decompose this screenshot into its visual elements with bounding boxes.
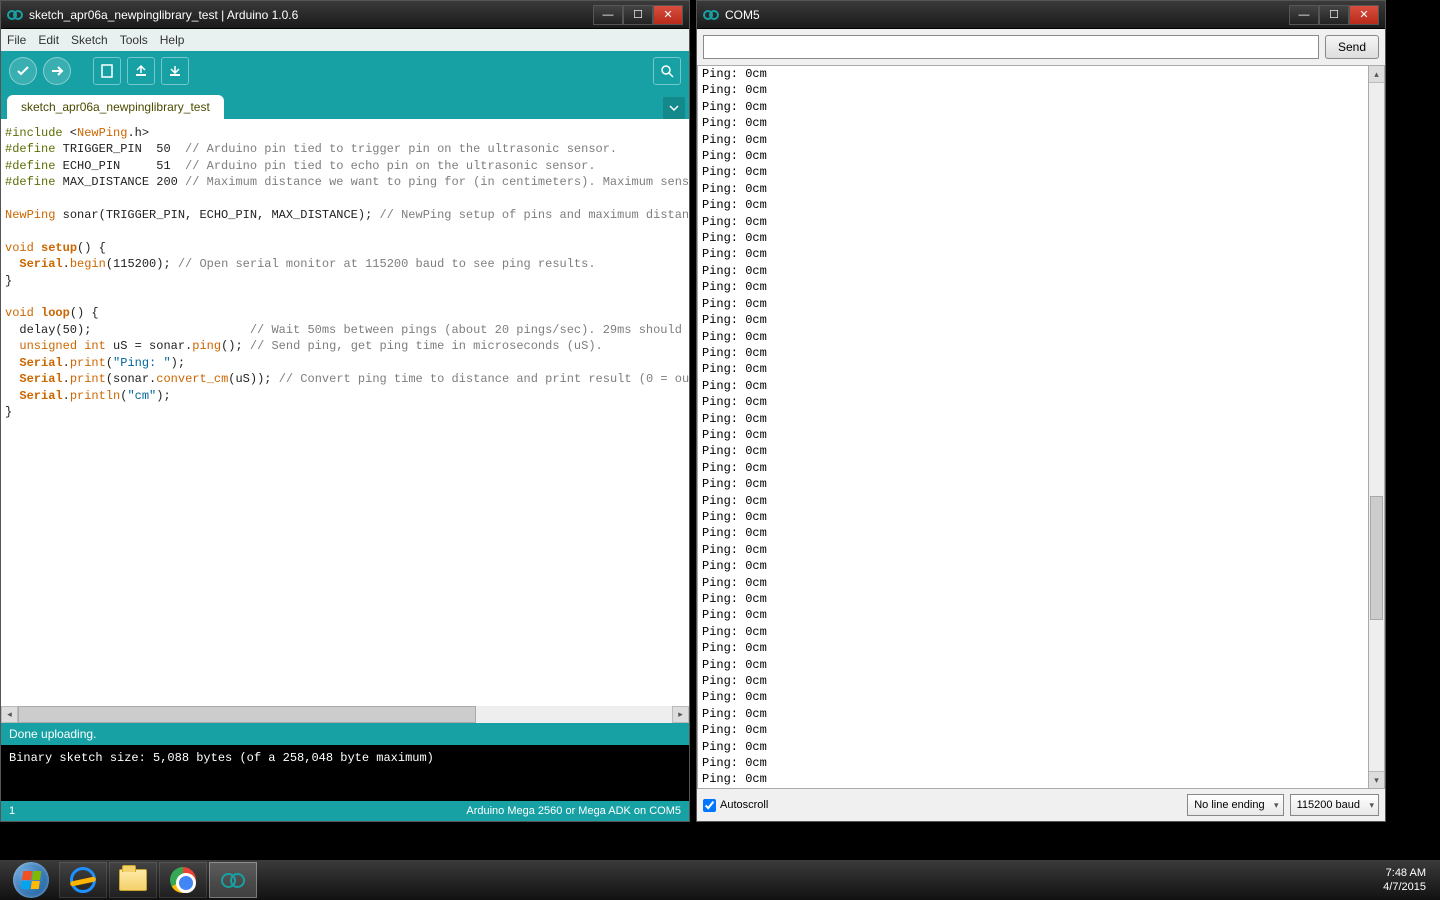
close-button[interactable]: ✕	[1349, 5, 1379, 25]
taskbar-arduino[interactable]	[209, 862, 257, 898]
status-text: Done uploading.	[9, 727, 96, 741]
new-sketch-button[interactable]	[93, 57, 121, 85]
serial-monitor-window: COM5 — ☐ ✕ Send Ping: 0cm Ping: 0cm Ping…	[696, 0, 1386, 822]
menu-sketch[interactable]: Sketch	[71, 33, 108, 47]
toolbar	[1, 51, 689, 91]
maximize-button[interactable]: ☐	[1319, 5, 1349, 25]
editor-h-scrollbar[interactable]: ◂ ▸	[1, 706, 689, 723]
console-text: Binary sketch size: 5,088 bytes (of a 25…	[9, 751, 434, 765]
folder-icon	[119, 869, 147, 891]
scroll-right-icon[interactable]: ▸	[672, 706, 689, 723]
serial-titlebar[interactable]: COM5 — ☐ ✕	[697, 1, 1385, 29]
taskbar-chrome[interactable]	[159, 862, 207, 898]
board-port-label: Arduino Mega 2560 or Mega ADK on COM5	[466, 805, 681, 817]
menu-bar: File Edit Sketch Tools Help	[1, 29, 689, 51]
bottom-bar: 1 Arduino Mega 2560 or Mega ADK on COM5	[1, 801, 689, 821]
sketch-tab[interactable]: sketch_apr06a_newpinglibrary_test	[7, 95, 224, 119]
upload-button[interactable]	[43, 57, 71, 85]
status-bar: Done uploading.	[1, 723, 689, 745]
arduino-app-icon	[703, 7, 719, 23]
serial-send-input[interactable]	[703, 35, 1319, 59]
arduino-title: sketch_apr06a_newpinglibrary_test | Ardu…	[29, 8, 593, 22]
menu-file[interactable]: File	[7, 33, 26, 47]
save-sketch-button[interactable]	[161, 57, 189, 85]
code-editor[interactable]: #include <NewPing.h> #define TRIGGER_PIN…	[1, 119, 689, 706]
serial-monitor-button[interactable]	[653, 57, 681, 85]
line-ending-select[interactable]: No line ending	[1187, 794, 1283, 816]
line-number: 1	[9, 805, 15, 817]
start-button[interactable]	[4, 860, 58, 900]
baud-rate-select[interactable]: 115200 baud	[1290, 794, 1379, 816]
minimize-button[interactable]: —	[593, 5, 623, 25]
tab-dropdown-icon[interactable]	[663, 97, 685, 119]
windows-logo-icon	[13, 862, 49, 898]
arduino-icon	[221, 872, 245, 888]
tray-time: 7:48 AM	[1383, 866, 1426, 880]
arduino-ide-window: sketch_apr06a_newpinglibrary_test | Ardu…	[0, 0, 690, 822]
serial-output[interactable]: Ping: 0cm Ping: 0cm Ping: 0cm Ping: 0cm …	[697, 65, 1368, 789]
tab-strip: sketch_apr06a_newpinglibrary_test	[1, 91, 689, 119]
chrome-icon	[170, 867, 196, 893]
maximize-button[interactable]: ☐	[623, 5, 653, 25]
arduino-titlebar[interactable]: sketch_apr06a_newpinglibrary_test | Ardu…	[1, 1, 689, 29]
serial-v-scrollbar[interactable]: ▴ ▾	[1368, 65, 1385, 789]
h-scroll-thumb[interactable]	[18, 706, 476, 723]
open-sketch-button[interactable]	[127, 57, 155, 85]
serial-send-button[interactable]: Send	[1325, 35, 1379, 59]
menu-tools[interactable]: Tools	[120, 33, 148, 47]
menu-edit[interactable]: Edit	[38, 33, 59, 47]
serial-title: COM5	[725, 8, 1289, 22]
scroll-up-icon[interactable]: ▴	[1369, 66, 1384, 83]
ie-icon	[70, 867, 96, 893]
v-scroll-thumb[interactable]	[1370, 496, 1383, 620]
scroll-down-icon[interactable]: ▾	[1369, 771, 1384, 788]
taskbar-ie[interactable]	[59, 862, 107, 898]
minimize-button[interactable]: —	[1289, 5, 1319, 25]
tray-date: 4/7/2015	[1383, 880, 1426, 894]
system-tray[interactable]: 7:48 AM 4/7/2015	[1373, 866, 1436, 894]
build-console: Binary sketch size: 5,088 bytes (of a 25…	[1, 745, 689, 801]
arduino-app-icon	[7, 7, 23, 23]
taskbar-explorer[interactable]	[109, 862, 157, 898]
verify-button[interactable]	[9, 57, 37, 85]
close-button[interactable]: ✕	[653, 5, 683, 25]
scroll-left-icon[interactable]: ◂	[1, 706, 18, 723]
menu-help[interactable]: Help	[160, 33, 185, 47]
windows-taskbar: 7:48 AM 4/7/2015	[0, 860, 1440, 900]
autoscroll-checkbox[interactable]: Autoscroll	[703, 799, 768, 812]
